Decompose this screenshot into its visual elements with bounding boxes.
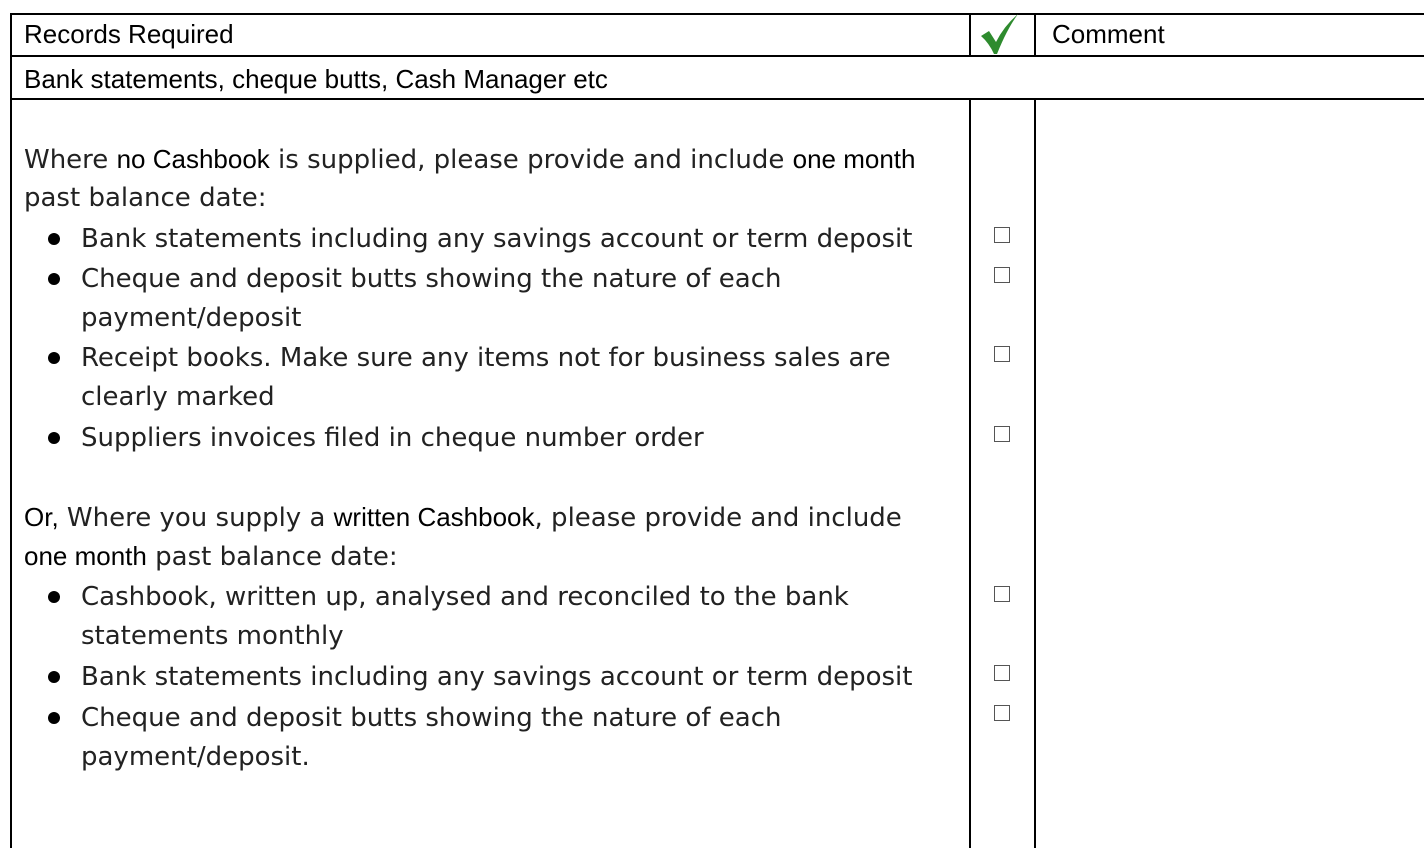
checkbox-cheque-deposit-butts[interactable] (994, 267, 1010, 283)
checkbox-suppliers-invoices[interactable] (994, 426, 1010, 442)
checkbox-cashbook-reconciled[interactable] (994, 586, 1010, 602)
checkbox-bank-statements[interactable] (994, 227, 1010, 243)
checkbox-receipt-books[interactable] (994, 346, 1010, 362)
table-left-border (10, 13, 12, 848)
bullet-icon (48, 432, 60, 444)
checkbox-bank-statements-2[interactable] (994, 665, 1010, 681)
written-cashbook-intro-line2: one month past balance date: (24, 541, 398, 572)
tick-column-left-border-body (969, 98, 971, 848)
bullet-icon (48, 671, 60, 683)
tick-column-right-border-body (1034, 98, 1036, 848)
table-top-border (10, 13, 1424, 15)
header-row-border (10, 55, 1424, 57)
green-checkmark-icon (981, 14, 1018, 54)
bullet-icon (48, 233, 60, 245)
section-row-border (10, 98, 1424, 100)
tick-column-right-border (1034, 13, 1036, 56)
bullet-icon (48, 591, 60, 603)
written-cashbook-intro: Or, Where you supply a written Cashbook,… (24, 502, 902, 533)
checkbox-cheque-deposit-butts-2[interactable] (994, 705, 1010, 721)
section-title: Bank statements, cheque butts, Cash Mana… (24, 64, 608, 94)
records-required-header: Records Required (24, 19, 234, 49)
bullet-icon (48, 352, 60, 364)
no-cashbook-intro: Where no Cashbook is supplied, please pr… (24, 144, 916, 175)
tick-column-left-border (969, 13, 971, 56)
bullet-icon (48, 712, 60, 724)
comment-header: Comment (1052, 19, 1165, 49)
no-cashbook-intro-line2: past balance date: (24, 183, 267, 213)
bullet-icon (48, 273, 60, 285)
records-checklist-table: Records Required Comment Bank statements… (0, 0, 1424, 848)
